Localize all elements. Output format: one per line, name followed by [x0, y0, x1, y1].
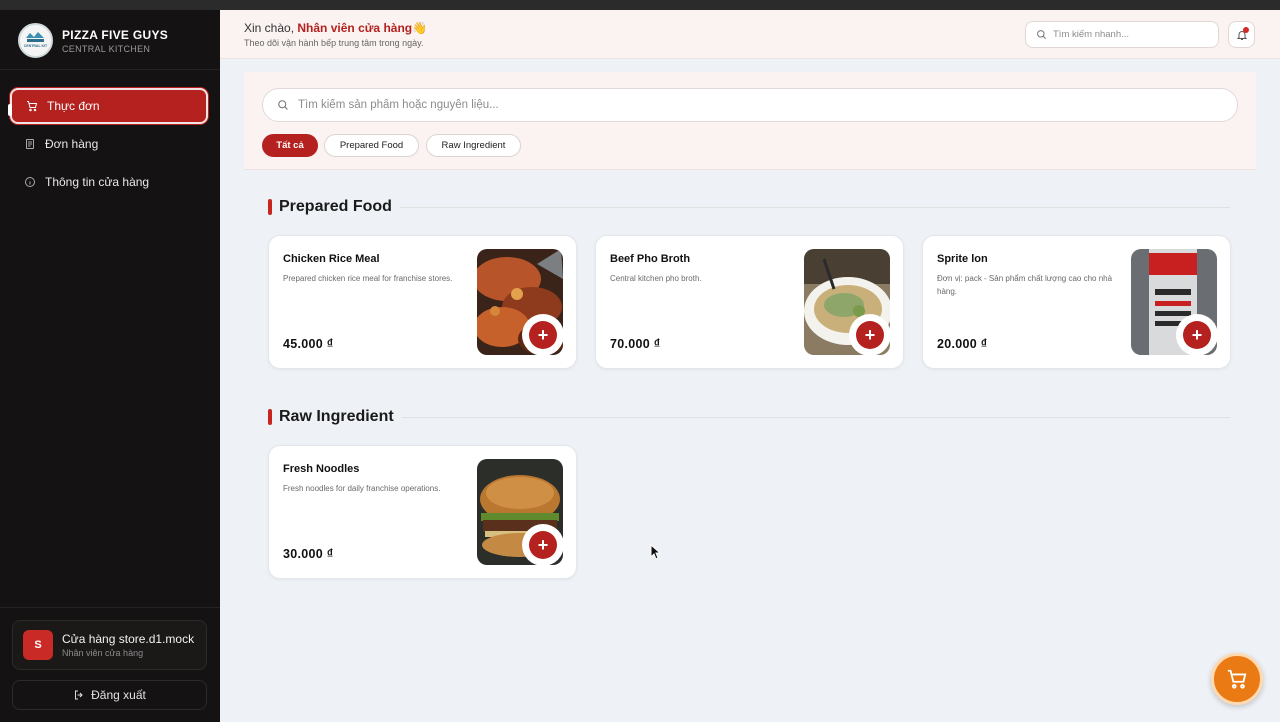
logout-button[interactable]: Đăng xuất [12, 680, 207, 710]
product-search[interactable] [262, 88, 1238, 122]
brand-subtitle: CENTRAL KITCHEN [62, 43, 151, 54]
product-card: Fresh Noodles Fresh noodles for daily fr… [268, 445, 577, 579]
greeting-subtitle: Theo dõi vận hành bếp trung tâm trong ng… [244, 38, 424, 48]
quick-search[interactable] [1025, 21, 1219, 48]
quick-search-input[interactable] [1053, 29, 1203, 40]
brand-name: PIZZA FIVE GUYS [62, 27, 169, 42]
document-icon [24, 138, 36, 150]
active-indicator [8, 104, 12, 116]
filter-panel: Tất cả Prepared Food Raw Ingredient [244, 72, 1256, 170]
product-description: Fresh noodles for daily franchise operat… [283, 484, 441, 493]
product-card: Chicken Rice Meal Prepared chicken rice … [268, 235, 577, 369]
product-price: 30.000 ₫ [283, 547, 334, 561]
top-header: Xin chào, Nhân viên cửa hàng👋 Theo dõi v… [220, 10, 1280, 59]
info-icon [24, 176, 36, 188]
search-icon [1037, 30, 1046, 39]
cart-fab-button[interactable] [1211, 653, 1263, 705]
avatar: S [23, 630, 53, 660]
section-accent-bar [268, 199, 272, 215]
product-name: Beef Pho Broth [610, 253, 691, 265]
section-heading-prepared-food: Prepared Food [268, 198, 1230, 216]
section-divider [401, 416, 1230, 418]
section-heading-raw-ingredient: Raw Ingredient [268, 408, 1230, 426]
store-name: Cửa hàng store.d1.mock [62, 632, 195, 646]
add-to-cart-button[interactable]: + [1176, 314, 1218, 356]
product-name: Fresh Noodles [283, 463, 360, 475]
plus-icon: + [1183, 321, 1211, 349]
store-card: S Cửa hàng store.d1.mock Nhân viên cửa h… [12, 620, 207, 670]
greeting: Xin chào, Nhân viên cửa hàng👋 [244, 21, 428, 35]
notification-dot [1243, 27, 1249, 33]
store-role: Nhân viên cửa hàng [62, 648, 144, 658]
brand-logo: CENTRAL KIT [18, 23, 53, 58]
plus-icon: + [529, 321, 557, 349]
sidebar-item-label: Thực đơn [47, 99, 100, 113]
plus-icon: + [529, 531, 557, 559]
chip-raw-ingredient[interactable]: Raw Ingredient [426, 134, 521, 157]
section-title: Prepared Food [279, 198, 392, 215]
sidebar-item-label: Đơn hàng [45, 137, 99, 151]
sidebar-item-orders[interactable]: Đơn hàng [10, 126, 208, 162]
chip-all[interactable]: Tất cả [262, 134, 318, 157]
mouse-cursor-icon [650, 544, 662, 560]
product-description: Đơn vị: pack - Sản phẩm chất lượng cao c… [937, 274, 1113, 296]
sidebar-divider [0, 69, 220, 70]
notification-button[interactable] [1228, 21, 1255, 48]
wave-emoji: 👋 [412, 21, 428, 35]
logout-icon [75, 690, 83, 700]
add-to-cart-button[interactable]: + [522, 314, 564, 356]
sidebar: CENTRAL KIT PIZZA FIVE GUYS CENTRAL KITC… [0, 10, 220, 722]
sidebar-item-label: Thông tin cửa hàng [45, 175, 150, 189]
product-card: Sprite lon Đơn vị: pack - Sản phẩm chất … [922, 235, 1231, 369]
svg-text:CENTRAL KIT: CENTRAL KIT [24, 44, 48, 48]
product-description: Prepared chicken rice meal for franchise… [283, 274, 453, 283]
chip-prepared-food[interactable]: Prepared Food [324, 134, 419, 157]
logout-label: Đăng xuất [91, 688, 146, 702]
product-price: 70.000 ₫ [610, 337, 661, 351]
sidebar-item-menu[interactable]: Thực đơn [10, 88, 208, 124]
add-to-cart-button[interactable]: + [849, 314, 891, 356]
product-price: 45.000 ₫ [283, 337, 334, 351]
brand: CENTRAL KIT PIZZA FIVE GUYS CENTRAL KITC… [18, 23, 168, 58]
sidebar-item-store-info[interactable]: Thông tin cửa hàng [10, 164, 208, 200]
product-name: Chicken Rice Meal [283, 253, 380, 265]
section-divider [399, 206, 1230, 208]
product-card: Beef Pho Broth Central kitchen pho broth… [595, 235, 904, 369]
section-accent-bar [268, 409, 272, 425]
greeting-name: Nhân viên cửa hàng [297, 21, 413, 35]
section-title: Raw Ingredient [279, 408, 394, 425]
product-search-input[interactable] [298, 99, 1198, 111]
product-description: Central kitchen pho broth. [610, 274, 702, 283]
product-price: 20.000 ₫ [937, 337, 988, 351]
sidebar-bottom-divider [0, 607, 220, 608]
search-icon [278, 100, 288, 110]
browser-top-strip [0, 0, 1280, 10]
plus-icon: + [856, 321, 884, 349]
add-to-cart-button[interactable]: + [522, 524, 564, 566]
cart-icon [26, 100, 38, 112]
cart-icon [1227, 669, 1247, 689]
product-name: Sprite lon [937, 253, 988, 265]
